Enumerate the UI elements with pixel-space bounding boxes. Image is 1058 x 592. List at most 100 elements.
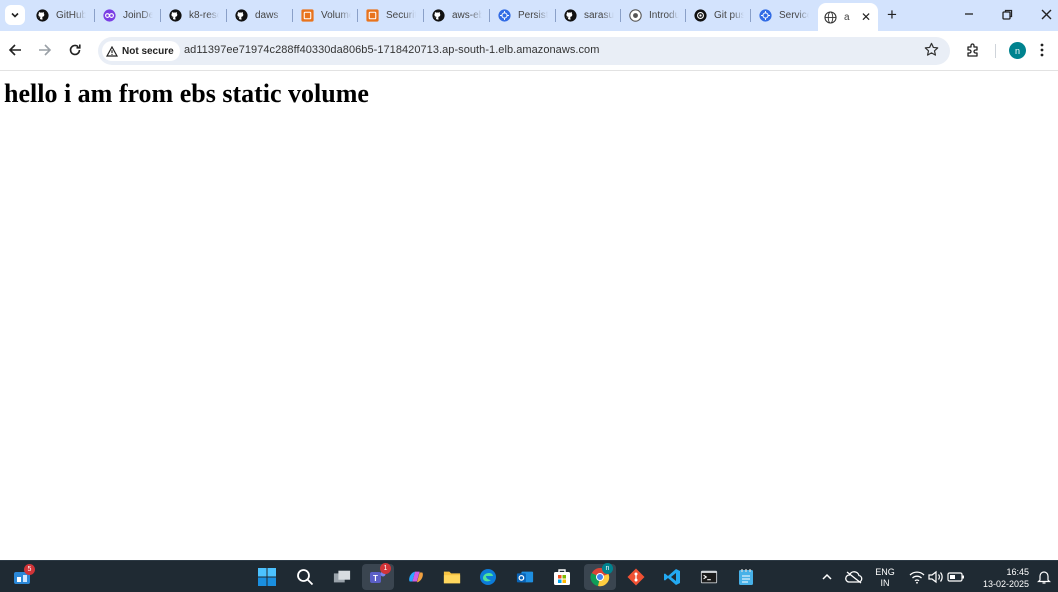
profile-avatar[interactable]: n (1009, 42, 1026, 59)
tab-separator (160, 9, 161, 22)
tab-github[interactable]: GitHub (36, 0, 86, 31)
speaker-icon (928, 570, 943, 584)
taskbar-teams[interactable]: T 1 (362, 563, 394, 590)
docs-icon (629, 9, 642, 22)
profile-badge: n (602, 563, 613, 574)
taskbar-outlook[interactable] (516, 568, 534, 586)
github-icon (235, 9, 248, 22)
language-indicator[interactable]: ENG IN (875, 567, 895, 589)
tab-active[interactable]: a ✕ (818, 3, 878, 31)
github-icon (169, 9, 182, 22)
taskbar-git[interactable] (627, 568, 645, 586)
language-code: ENG (875, 567, 895, 577)
minimize-icon (965, 13, 973, 15)
tab-separator (357, 9, 358, 22)
arrow-left-icon (8, 44, 21, 56)
windows-taskbar: 5 T 1 n ENG IN 16:45 13-02-2025 (0, 560, 1058, 592)
tab-introduction[interactable]: Introduction (629, 0, 679, 31)
show-hidden-icons-button[interactable] (818, 568, 836, 586)
tab-title: Service (779, 10, 809, 21)
restore-icon (1001, 9, 1012, 20)
reload-button[interactable] (66, 41, 84, 59)
restore-button[interactable] (1000, 7, 1014, 21)
start-button[interactable] (258, 568, 276, 586)
minimize-button[interactable] (962, 7, 976, 21)
cloud-offline-icon (845, 571, 863, 584)
tab-sarasu[interactable]: sarasu (564, 0, 614, 31)
kubernetes-icon (759, 9, 772, 22)
new-tab-button[interactable]: + (887, 6, 897, 24)
tab-separator (292, 9, 293, 22)
taskbar-vscode[interactable] (663, 568, 681, 586)
toolbar-divider (995, 44, 996, 58)
tab-joindevops[interactable]: JoinDevOps (103, 0, 153, 31)
extensions-puzzle-icon[interactable] (965, 42, 981, 58)
outlook-icon (516, 571, 534, 583)
tab-separator (94, 9, 95, 22)
onedrive-button[interactable] (845, 568, 863, 586)
back-button[interactable] (6, 41, 24, 59)
tab-separator (489, 9, 490, 22)
kubernetes-icon (498, 9, 511, 22)
github-icon (432, 9, 445, 22)
tab-title: k8-resources (189, 10, 219, 21)
site-info-chip[interactable]: Not secure (102, 41, 180, 61)
address-bar[interactable]: Not secure ad11397ee71974c288ff40330da80… (98, 37, 950, 65)
kebab-menu-icon[interactable] (1040, 43, 1044, 57)
tab-title: GitHub (56, 10, 86, 21)
task-view-button[interactable] (333, 568, 351, 586)
tab-volumes[interactable]: Volumes (301, 0, 351, 31)
forward-button[interactable] (36, 41, 54, 59)
notification-bell-icon (1037, 571, 1051, 584)
tab-title: aws-ebs (452, 10, 482, 21)
tab-separator (685, 9, 686, 22)
tab-title: daws (255, 10, 279, 21)
battery-status[interactable] (947, 568, 965, 586)
windows-logo-icon (258, 568, 276, 586)
search-button[interactable] (296, 568, 314, 586)
tab-persistent[interactable]: Persistent (498, 0, 548, 31)
tab-security[interactable]: Security (366, 0, 416, 31)
taskbar-chrome[interactable]: n (584, 563, 616, 590)
url-text[interactable]: ad11397ee71974c288ff40330da806b5-1718420… (184, 44, 599, 56)
tab-separator (750, 9, 751, 22)
taskbar-copilot[interactable] (407, 568, 425, 586)
taskbar-notepad[interactable] (737, 568, 755, 586)
tab-separator (423, 9, 424, 22)
taskbar-terminal[interactable] (700, 568, 718, 586)
search-icon (297, 569, 314, 586)
tab-title: Introduction (649, 10, 679, 21)
openai-icon (694, 9, 707, 22)
bookmark-star-icon[interactable] (924, 42, 939, 57)
close-icon (1041, 9, 1051, 19)
volume-status[interactable] (927, 568, 945, 586)
taskbar-edge[interactable] (479, 568, 497, 586)
notepad-icon (739, 569, 753, 585)
tab-title: sarasu (584, 10, 614, 21)
taskbar-store[interactable] (553, 568, 571, 586)
aws-storage-icon (366, 9, 379, 22)
svg-text:T: T (373, 574, 378, 583)
tab-k8-resources[interactable]: k8-resources (169, 0, 219, 31)
tab-daws[interactable]: daws (235, 0, 285, 31)
wifi-status[interactable] (908, 568, 926, 586)
taskbar-file-explorer[interactable] (443, 568, 461, 586)
notifications-button[interactable] (1035, 568, 1053, 586)
edge-icon (480, 569, 496, 585)
clock[interactable]: 16:45 13-02-2025 (975, 566, 1029, 590)
close-window-button[interactable] (1039, 7, 1053, 21)
battery-icon (947, 572, 964, 582)
browser-toolbar: Not secure ad11397ee71974c288ff40330da80… (0, 31, 1058, 71)
chevron-down-icon (11, 12, 19, 18)
tab-separator (226, 9, 227, 22)
close-tab-icon[interactable]: ✕ (861, 10, 871, 24)
tab-git-push[interactable]: Git push (694, 0, 744, 31)
page-heading: hello i am from ebs static volume (4, 79, 369, 108)
vscode-icon (664, 569, 680, 585)
tab-service[interactable]: Service (759, 0, 809, 31)
tab-aws-ebs[interactable]: aws-ebs (432, 0, 482, 31)
tab-search-button[interactable] (5, 5, 25, 25)
tab-separator (555, 9, 556, 22)
widgets-button[interactable]: 5 (13, 564, 35, 586)
store-icon (554, 569, 570, 585)
